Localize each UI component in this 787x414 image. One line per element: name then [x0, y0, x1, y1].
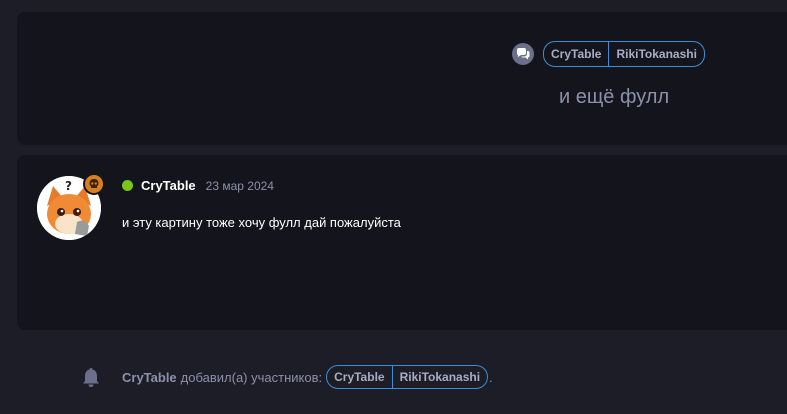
system-notice: CryTable добавил(а) участников: CryTable… [80, 365, 493, 389]
online-status-dot [122, 180, 133, 191]
header-message: и ещё фулл [559, 86, 670, 108]
notice-text: CryTable добавил(а) участников: CryTable… [122, 365, 493, 389]
message-meta: CryTable 23 мар 2024 [122, 178, 274, 193]
notice-author[interactable]: CryTable [122, 370, 177, 385]
notice-period: . [489, 369, 493, 385]
svg-text:?: ? [65, 179, 72, 193]
message-date[interactable]: 23 мар 2024 [206, 179, 274, 193]
participants-pill: CryTable RikiTokanashi [543, 41, 705, 67]
conversation-header-card [17, 12, 787, 145]
participants-row: CryTable RikiTokanashi [512, 41, 705, 67]
participant-tag[interactable]: CryTable [544, 42, 608, 66]
participant-tag[interactable]: CryTable [327, 366, 391, 388]
chat-bubbles-icon [512, 43, 534, 65]
message-author[interactable]: CryTable [141, 178, 196, 193]
participant-tag[interactable]: RikiTokanashi [608, 42, 703, 66]
added-participants-pill: CryTable RikiTokanashi [326, 365, 489, 389]
participant-tag[interactable]: RikiTokanashi [391, 366, 487, 388]
skull-icon [83, 173, 105, 195]
message-text: и эту картину тоже хочу фулл дай пожалуй… [122, 215, 401, 230]
notice-action: добавил(а) участников: [180, 369, 323, 385]
bell-icon [83, 368, 99, 387]
